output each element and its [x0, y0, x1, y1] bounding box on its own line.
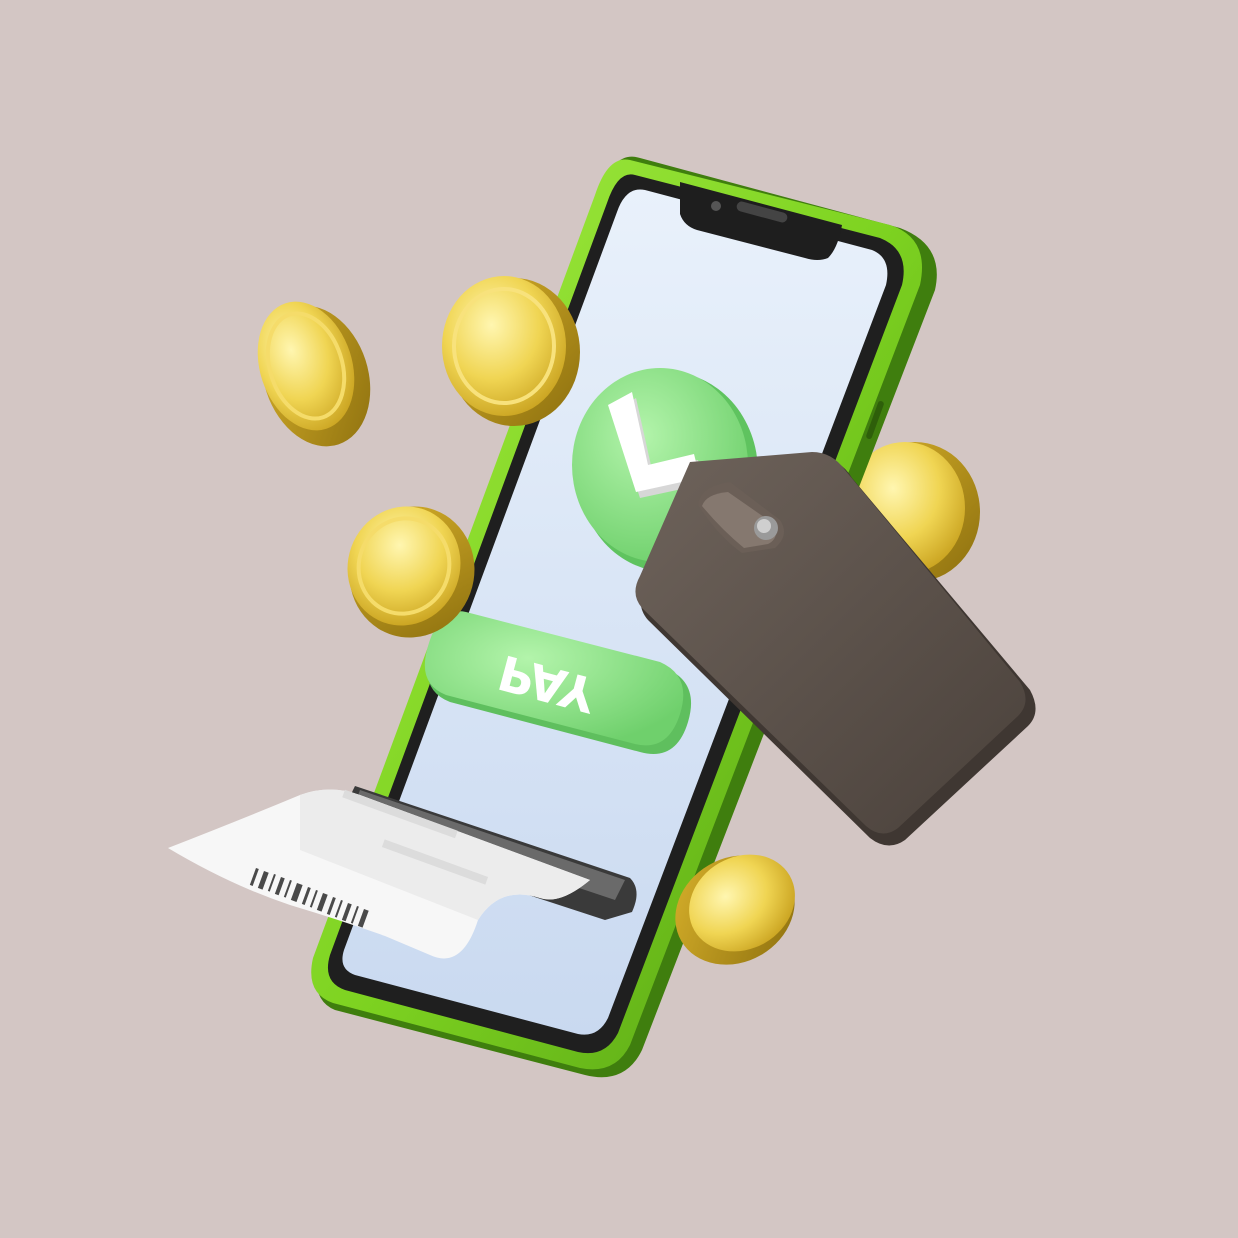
coin-icon	[257, 301, 371, 447]
payment-illustration: PAY	[168, 156, 1036, 1078]
coin-icon	[442, 276, 580, 426]
